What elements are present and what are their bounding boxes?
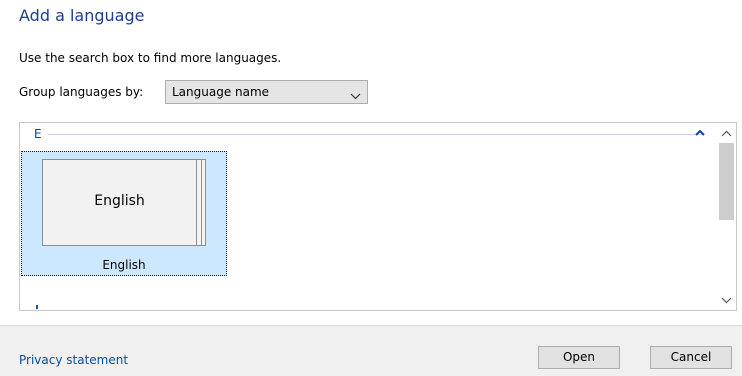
group-by-value: Language name (172, 85, 270, 99)
open-button[interactable]: Open (538, 346, 620, 369)
cancel-button[interactable]: Cancel (650, 346, 732, 369)
language-tile-english[interactable]: English English (21, 151, 227, 276)
group-by-dropdown[interactable]: Language name (165, 80, 368, 104)
language-tile-face[interactable]: English (42, 159, 197, 246)
language-tile-caption: English (102, 258, 146, 272)
search-hint: Use the search box to find more language… (19, 51, 282, 65)
next-group-header (36, 305, 38, 309)
language-list[interactable]: E English English (19, 122, 737, 311)
dialog-footer: Privacy statement Open Cancel (0, 326, 742, 376)
chevron-up-icon[interactable] (695, 126, 705, 140)
group-header-letter[interactable]: E (34, 127, 42, 141)
vertical-scrollbar[interactable] (717, 123, 736, 310)
scroll-down-arrow-icon[interactable] (721, 293, 732, 307)
scrollbar-thumb[interactable] (719, 143, 734, 220)
scroll-up-arrow-icon[interactable] (721, 126, 732, 140)
group-by-label: Group languages by: (19, 85, 144, 99)
privacy-statement-link[interactable]: Privacy statement (19, 353, 128, 367)
language-tile-text: English (94, 193, 145, 209)
chevron-down-icon (350, 89, 361, 103)
dialog-title: Add a language (19, 6, 145, 25)
group-divider (48, 134, 702, 135)
